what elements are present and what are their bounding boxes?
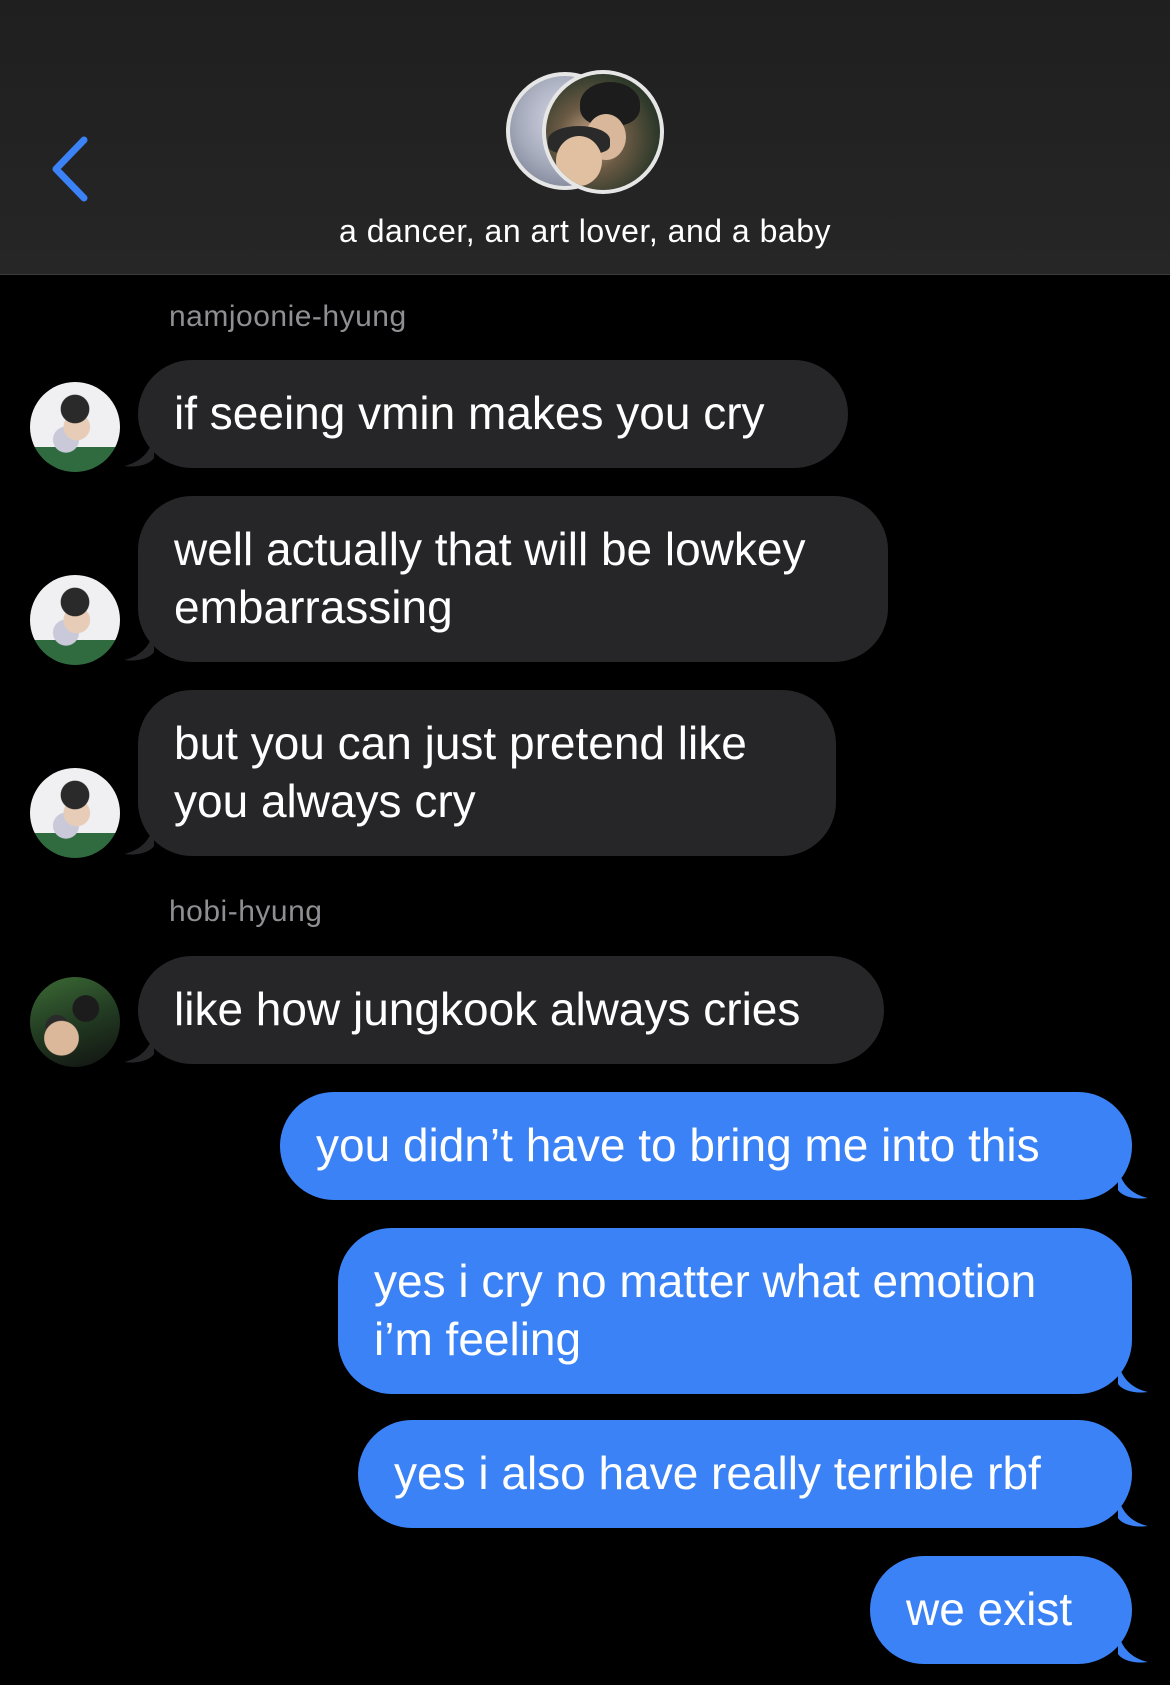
- message-text: but you can just pretend like you always…: [174, 717, 747, 827]
- conversation-header: a dancer, an art lover, and a baby: [0, 0, 1170, 275]
- message-bubble-incoming[interactable]: but you can just pretend like you always…: [138, 690, 836, 856]
- bubble-tail: [1118, 1166, 1148, 1199]
- bubble-tail: [1118, 1494, 1148, 1527]
- bubble-tail: [1118, 1630, 1148, 1663]
- avatar[interactable]: [30, 977, 120, 1067]
- bubble-tail: [124, 1030, 154, 1063]
- group-avatar[interactable]: [506, 70, 664, 198]
- chevron-left-icon[interactable]: [48, 134, 98, 204]
- message-bubble-outgoing[interactable]: yes i cry no matter what emotion i’m fee…: [338, 1228, 1132, 1394]
- message-text: you didn’t have to bring me into this: [316, 1119, 1040, 1171]
- message-text: well actually that will be lowkey embarr…: [174, 523, 806, 633]
- sender-label-hobi: hobi-hyung: [169, 895, 323, 928]
- message-text: yes i cry no matter what emotion i’m fee…: [374, 1255, 1037, 1365]
- avatar[interactable]: [30, 382, 120, 472]
- avatar[interactable]: [30, 768, 120, 858]
- bubble-tail: [1118, 1360, 1148, 1393]
- bubble-tail: [124, 434, 154, 467]
- message-bubble-outgoing[interactable]: yes i also have really terrible rbf: [358, 1420, 1132, 1528]
- message-bubble-outgoing[interactable]: we exist: [870, 1556, 1132, 1664]
- conversation-title[interactable]: a dancer, an art lover, and a baby: [0, 213, 1170, 250]
- message-text: yes i also have really terrible rbf: [394, 1447, 1041, 1499]
- message-text: we exist: [906, 1583, 1073, 1635]
- message-bubble-incoming[interactable]: like how jungkook always cries: [138, 956, 884, 1064]
- message-bubble-incoming[interactable]: well actually that will be lowkey embarr…: [138, 496, 888, 662]
- message-bubble-outgoing[interactable]: you didn’t have to bring me into this: [280, 1092, 1132, 1200]
- avatar[interactable]: [30, 575, 120, 665]
- group-avatar-photo-front: [542, 70, 664, 194]
- message-text: like how jungkook always cries: [174, 983, 801, 1035]
- message-text: if seeing vmin makes you cry: [174, 387, 765, 439]
- bubble-tail: [124, 822, 154, 855]
- bubble-tail: [124, 628, 154, 661]
- message-bubble-incoming[interactable]: if seeing vmin makes you cry: [138, 360, 848, 468]
- sender-label-namjoon: namjoonie-hyung: [169, 300, 407, 333]
